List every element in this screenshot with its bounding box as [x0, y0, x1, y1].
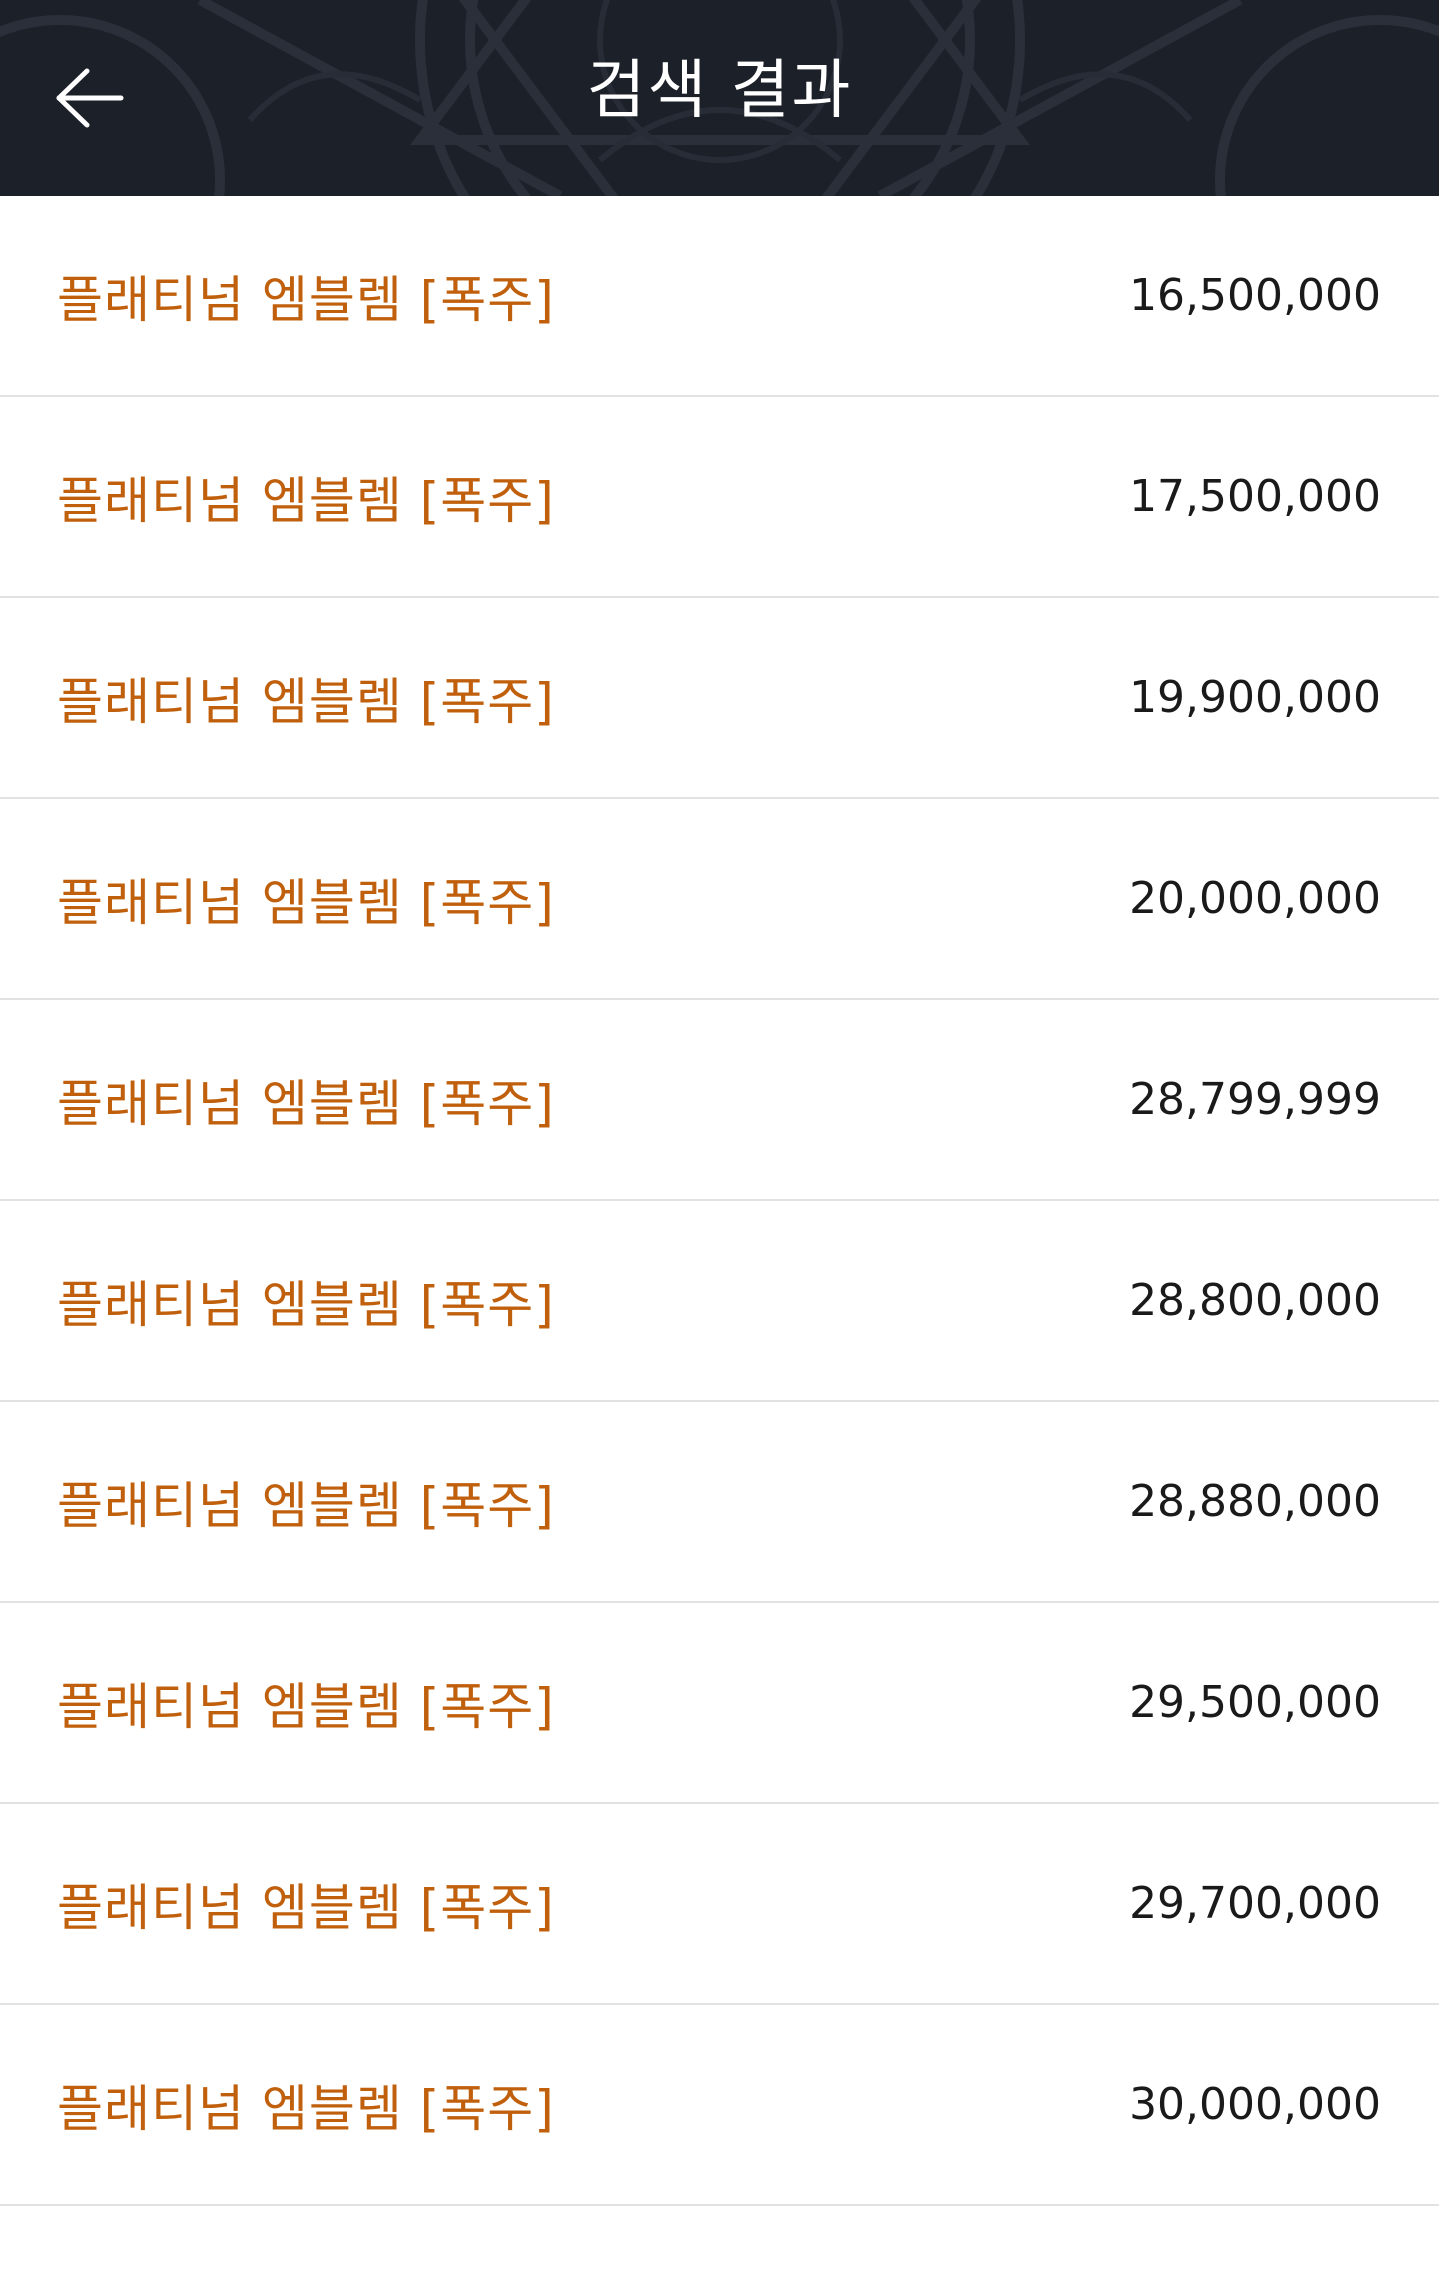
list-item[interactable]: 플래티넘 엠블렘 [폭주] 17,500,000	[0, 397, 1439, 598]
item-name: 플래티넘 엠블렘 [폭주]	[57, 2079, 555, 2138]
list-item[interactable]: 플래티넘 엠블렘 [폭주] 30,000,000	[0, 2005, 1439, 2206]
list-item[interactable]: 플래티넘 엠블렘 [폭주] 20,000,000	[0, 799, 1439, 1000]
item-price: 29,500,000	[1129, 1677, 1381, 1728]
search-result-list: 플래티넘 엠블렘 [폭주] 16,500,000 플래티넘 엠블렘 [폭주] 1…	[0, 196, 1439, 2206]
item-price: 29,700,000	[1129, 1878, 1381, 1929]
item-name: 플래티넘 엠블렘 [폭주]	[57, 1074, 555, 1133]
item-price: 28,880,000	[1129, 1476, 1381, 1527]
list-item[interactable]: 플래티넘 엠블렘 [폭주] 28,799,999	[0, 1000, 1439, 1201]
item-name: 플래티넘 엠블렘 [폭주]	[57, 1275, 555, 1334]
list-item[interactable]: 플래티넘 엠블렘 [폭주] 29,700,000	[0, 1804, 1439, 2005]
item-name: 플래티넘 엠블렘 [폭주]	[57, 471, 555, 530]
item-price: 28,799,999	[1129, 1074, 1381, 1125]
item-name: 플래티넘 엠블렘 [폭주]	[57, 873, 555, 932]
list-item[interactable]: 플래티넘 엠블렘 [폭주] 19,900,000	[0, 598, 1439, 799]
app-header: 검색 결과	[0, 0, 1439, 196]
item-price: 19,900,000	[1129, 672, 1381, 723]
list-item[interactable]: 플래티넘 엠블렘 [폭주] 28,800,000	[0, 1201, 1439, 1402]
item-price: 30,000,000	[1129, 2079, 1381, 2130]
item-name: 플래티넘 엠블렘 [폭주]	[57, 1677, 555, 1736]
item-price: 17,500,000	[1129, 471, 1381, 522]
list-item[interactable]: 플래티넘 엠블렘 [폭주] 29,500,000	[0, 1603, 1439, 1804]
page-title: 검색 결과	[586, 54, 853, 128]
item-price: 20,000,000	[1129, 873, 1381, 924]
item-name: 플래티넘 엠블렘 [폭주]	[57, 1878, 555, 1937]
item-name: 플래티넘 엠블렘 [폭주]	[57, 270, 555, 329]
item-name: 플래티넘 엠블렘 [폭주]	[57, 1476, 555, 1535]
item-price: 28,800,000	[1129, 1275, 1381, 1326]
list-item[interactable]: 플래티넘 엠블렘 [폭주] 28,880,000	[0, 1402, 1439, 1603]
item-price: 16,500,000	[1129, 270, 1381, 321]
item-name: 플래티넘 엠블렘 [폭주]	[57, 672, 555, 731]
list-item[interactable]: 플래티넘 엠블렘 [폭주] 16,500,000	[0, 196, 1439, 397]
